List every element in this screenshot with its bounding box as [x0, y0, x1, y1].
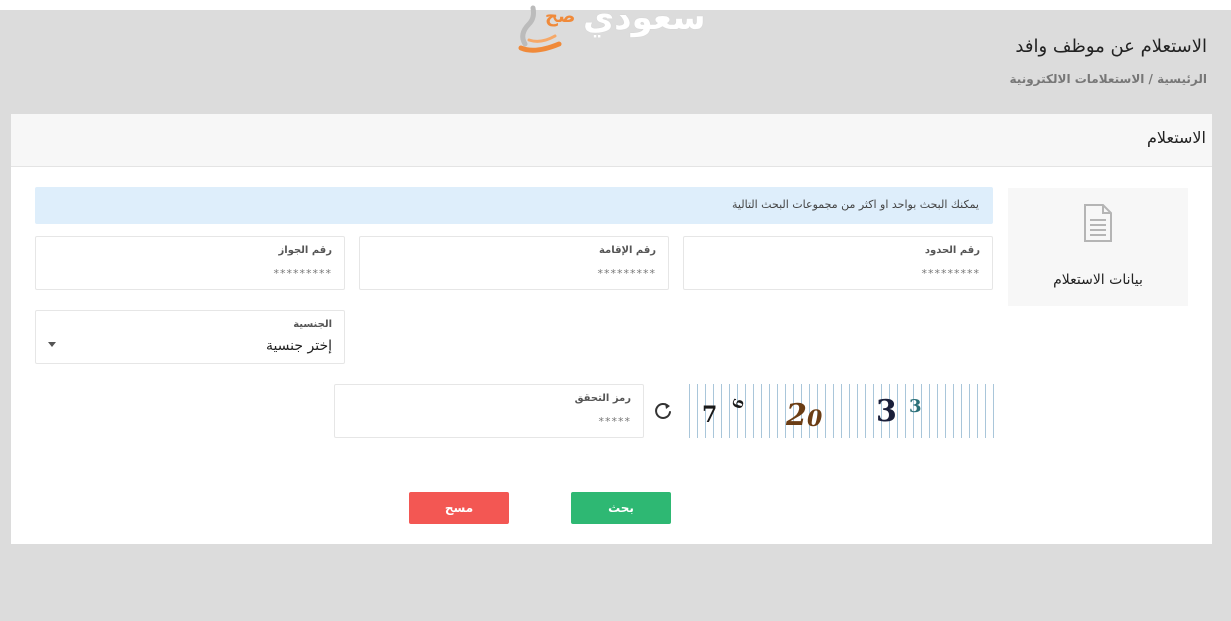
border-number-label: رقم الحدود — [924, 245, 980, 256]
captcha-digit: 2 — [786, 398, 807, 433]
iqama-number-label: رقم الإقامة — [598, 245, 656, 256]
site-logo[interactable]: صح سعودي — [515, 0, 715, 54]
captcha-image: 7 6 2 0 3 3 — [682, 384, 994, 438]
logo-sub-text: صح — [545, 6, 576, 27]
logo-text: سعودي — [583, 0, 707, 38]
nationality-label: الجنسية — [293, 319, 332, 330]
passport-number-field: رقم الجواز — [35, 236, 345, 290]
captcha-label: رمز التحقق — [574, 393, 631, 404]
border-number-input[interactable] — [698, 264, 982, 282]
breadcrumb[interactable]: الرئيسية / الاستعلامات الالكترونية — [1010, 72, 1207, 86]
inquiry-data-card[interactable]: بيانات الاستعلام — [1008, 188, 1188, 306]
passport-number-input[interactable] — [50, 264, 334, 282]
panel-title: الاستعلام — [1147, 128, 1206, 147]
captcha-digit: 6 — [729, 396, 749, 412]
inquiry-data-label: بيانات الاستعلام — [1053, 272, 1143, 288]
captcha-digit: 3 — [876, 394, 897, 429]
captcha-digit: 3 — [909, 396, 922, 417]
nationality-select[interactable]: الجنسية إختر جنسية — [35, 310, 345, 364]
iqama-number-input[interactable] — [374, 264, 658, 282]
panel-header: الاستعلام — [11, 114, 1212, 167]
refresh-icon[interactable] — [653, 401, 673, 421]
nationality-selected-value: إختر جنسية — [265, 338, 332, 354]
caret-down-icon — [48, 342, 56, 347]
captcha-field: رمز التحقق — [334, 384, 644, 438]
document-icon — [1084, 204, 1112, 242]
search-button[interactable]: بحث — [571, 492, 671, 524]
info-alert: يمكنك البحث بواحد او اكثر من مجموعات الب… — [35, 187, 993, 224]
page-title: الاستعلام عن موظف وافد — [1015, 36, 1207, 57]
border-number-field: رقم الحدود — [683, 236, 993, 290]
captcha-input[interactable] — [349, 412, 633, 430]
clear-button[interactable]: مسح — [409, 492, 509, 524]
captcha-digit: 7 — [702, 402, 718, 428]
iqama-number-field: رقم الإقامة — [359, 236, 669, 290]
passport-number-label: رقم الجواز — [278, 245, 332, 256]
info-alert-text: يمكنك البحث بواحد او اكثر من مجموعات الب… — [732, 198, 979, 211]
inquiry-panel: الاستعلام بيانات الاستعلام يمكنك البحث ب… — [11, 114, 1212, 544]
captcha-digit: 0 — [807, 406, 823, 432]
